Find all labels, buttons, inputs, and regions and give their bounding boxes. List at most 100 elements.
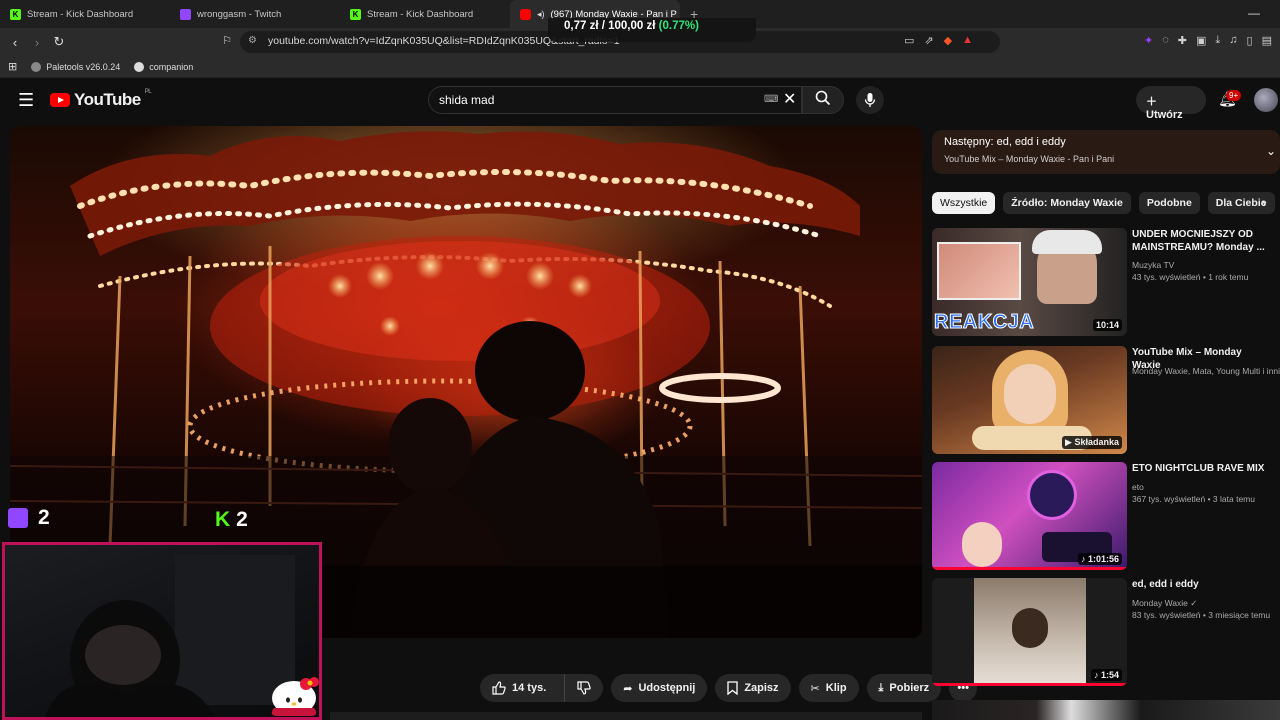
- video-title[interactable]: ETO NIGHTCLUB RAVE MIX: [1132, 462, 1272, 475]
- like-count: 14 tys.: [512, 682, 547, 694]
- share-icon: ➦: [623, 682, 633, 695]
- search-value: shida mad: [439, 93, 495, 107]
- back-icon[interactable]: ‹: [4, 35, 26, 50]
- save-label: Zapisz: [744, 682, 779, 694]
- brave-shield-icon[interactable]: ◆: [944, 34, 952, 47]
- watched-progress: [932, 567, 1127, 570]
- more-vertical-icon[interactable]: ⋮: [1276, 348, 1280, 361]
- price-percent: (0.77%): [658, 20, 699, 32]
- reload-icon[interactable]: ↻: [48, 34, 70, 50]
- description-box-edge: [330, 712, 922, 720]
- channel-name[interactable]: Monday Waxie: [1132, 598, 1188, 608]
- video-title[interactable]: ed, edd i eddy: [1132, 578, 1272, 591]
- search-input[interactable]: shida mad: [428, 86, 802, 114]
- kick-icon: K: [350, 8, 361, 20]
- screenshot-icon[interactable]: ▣: [1196, 34, 1206, 47]
- video-actions: 14 tys. ➦ Udostępnij Zapisz ✂ Klip ⤓ Pob…: [480, 674, 978, 702]
- recommendation-item[interactable]: ♪ 1:54 ed, edd i eddy Monday Waxie ✓ 83 …: [932, 578, 1280, 688]
- twitch-icon: [8, 508, 28, 528]
- thumbnail-inset-image: [937, 242, 1021, 300]
- twitch-icon: [180, 8, 191, 20]
- dislike-button[interactable]: [564, 674, 603, 702]
- more-vertical-icon[interactable]: ⋮: [1276, 230, 1280, 243]
- video-duration: 10:14: [1092, 319, 1122, 331]
- share-label: Udostępnij: [638, 682, 696, 694]
- create-label: Utwórz: [1146, 109, 1183, 121]
- video-thumbnail[interactable]: ▶ Składanka: [932, 346, 1127, 454]
- more-vertical-icon[interactable]: ⋮: [1276, 464, 1280, 477]
- chip-related[interactable]: Podobne: [1138, 192, 1200, 214]
- recommendation-item[interactable]: ▶ Składanka YouTube Mix – Monday Waxie M…: [932, 346, 1280, 456]
- kick-icon: K: [10, 8, 21, 20]
- video-duration: ♪ 1:01:56: [1077, 553, 1122, 565]
- voice-search-button[interactable]: [856, 86, 884, 114]
- download-icon[interactable]: ⤓: [1215, 34, 1220, 47]
- puzzle-icon[interactable]: ✚: [1178, 34, 1187, 47]
- chip-all[interactable]: Wszystkie: [932, 192, 996, 214]
- browser-tab[interactable]: K Stream - Kick Dashboard: [340, 0, 510, 28]
- recommendation-item[interactable]: REAKCJA 10:14 UNDER MOCNIEJSZY OD MAINST…: [932, 228, 1280, 338]
- chip-source[interactable]: Źródło: Monday Waxie: [1003, 192, 1131, 214]
- leo-icon[interactable]: ✦: [1144, 34, 1153, 47]
- more-vertical-icon[interactable]: ⋮: [1276, 580, 1280, 593]
- site-info-icon[interactable]: ⚙: [248, 35, 257, 46]
- speaker-icon[interactable]: ◂): [537, 9, 545, 20]
- chevron-down-icon[interactable]: ⌄: [1266, 144, 1276, 158]
- search-button[interactable]: [802, 86, 844, 114]
- kick-viewer-count: 2: [236, 508, 248, 531]
- browser-tab[interactable]: wronggasm - Twitch: [170, 0, 340, 28]
- bookmarks-bar: ⊞ Paletools v26.0.24 companion: [0, 56, 1280, 78]
- bookmark-icon[interactable]: ⚐: [216, 34, 238, 47]
- youtube-logo[interactable]: YouTube PL: [50, 89, 152, 110]
- wallet-icon[interactable]: ▤: [1262, 34, 1272, 47]
- share-page-icon[interactable]: ⇗: [924, 34, 933, 47]
- clip-button[interactable]: ✂ Klip: [798, 674, 859, 702]
- menu-icon[interactable]: ☰: [18, 90, 34, 111]
- channel-name[interactable]: Monday Waxie, Mata, Young Multi i inni: [1132, 364, 1280, 378]
- thumbnail-overlay-text: REAKCJA: [933, 311, 1035, 334]
- create-button[interactable]: ＋ Utwórz: [1136, 86, 1206, 121]
- video-meta: 367 tys. wyświetleń • 3 lata temu: [1132, 494, 1255, 504]
- extension-icon[interactable]: ◌: [1162, 34, 1169, 47]
- mix-badge: ▶ Składanka: [1062, 436, 1122, 449]
- recommendation-item[interactable]: ♪ 1:01:56 ETO NIGHTCLUB RAVE MIX eto 367…: [932, 462, 1280, 572]
- save-button[interactable]: Zapisz: [715, 674, 791, 702]
- video-thumbnail[interactable]: ♪ 1:54: [932, 578, 1127, 686]
- thumbnail-cap: [1032, 230, 1102, 254]
- brave-rewards-icon[interactable]: ▲: [962, 34, 973, 47]
- kick-icon: K: [215, 508, 231, 531]
- minimize-icon[interactable]: —: [1248, 6, 1260, 20]
- browser-tab[interactable]: K Stream - Kick Dashboard: [0, 0, 170, 28]
- forward-icon[interactable]: ›: [26, 35, 48, 50]
- video-meta: 43 tys. wyświetleń • 1 rok temu: [1132, 272, 1249, 282]
- notification-badge: 9+: [1226, 90, 1242, 101]
- plus-icon: ＋: [1146, 96, 1157, 108]
- clear-search-icon[interactable]: ✕: [783, 89, 796, 109]
- media-icon[interactable]: ♫: [1229, 34, 1237, 47]
- kick-viewer-counter: K 2: [215, 508, 248, 532]
- account-avatar[interactable]: [1254, 88, 1278, 112]
- bookmark-item[interactable]: companion: [134, 61, 193, 72]
- region-code: PL: [144, 89, 152, 95]
- video-thumbnail[interactable]: REAKCJA 10:14: [932, 228, 1127, 336]
- keyboard-icon[interactable]: ⌨: [764, 94, 778, 105]
- filter-chips: Wszystkie Źródło: Monday Waxie Podobne D…: [932, 192, 1275, 214]
- chevron-right-icon[interactable]: ›: [1262, 196, 1266, 210]
- up-next-subtitle: YouTube Mix – Monday Waxie - Pan i Pani: [944, 154, 1115, 164]
- sidebar-icon[interactable]: ▯: [1247, 34, 1253, 47]
- bookmark-item[interactable]: Paletools v26.0.24: [31, 61, 120, 72]
- price-overlay: 0,77 zł / 100,00 zł (0.77%): [548, 18, 756, 42]
- up-next-card[interactable]: Następny: ed, edd i eddy YouTube Mix – M…: [932, 130, 1280, 174]
- download-button[interactable]: ⤓ Pobierz: [866, 674, 942, 702]
- video-title[interactable]: UNDER MOCNIEJSZY OD MAINSTREAMU? Monday …: [1132, 228, 1272, 254]
- like-button[interactable]: 14 tys.: [480, 674, 558, 702]
- video-thumbnail[interactable]: ♪ 1:01:56: [932, 462, 1127, 570]
- download-label: Pobierz: [889, 682, 930, 694]
- apps-grid-icon[interactable]: ⊞: [8, 60, 17, 73]
- next-recommendation-partial[interactable]: [932, 700, 1280, 720]
- share-button[interactable]: ➦ Udostępnij: [611, 674, 708, 702]
- video-duration: ♪ 1:54: [1090, 669, 1122, 681]
- cast-icon[interactable]: ▭: [904, 34, 914, 47]
- duration-text: 1:01:56: [1087, 554, 1119, 564]
- watched-progress: [932, 683, 1127, 686]
